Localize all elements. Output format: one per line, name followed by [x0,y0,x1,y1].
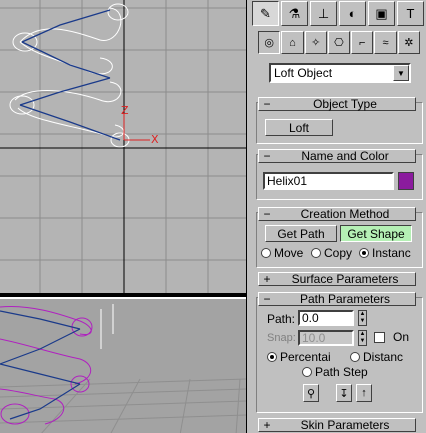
instance-label: Instanc [372,246,411,260]
systems-icon: ✲ [404,37,414,49]
name-color-title: Name and Color [301,149,389,163]
systems-category-button[interactable]: ✲ [397,31,420,54]
lights-icon: ✧ [311,37,321,49]
create-tab[interactable]: ✎ [252,1,279,26]
skin-parameters-rollout-header[interactable]: + Skin Parameters [258,418,416,432]
object-name-field[interactable]: Helix01 [263,172,394,190]
collapse-sign: − [263,207,271,221]
display-icon: ▣ [375,5,388,21]
cameras-category-button[interactable]: ⎔ [327,31,351,54]
distance-radio[interactable]: Distanc [350,350,403,364]
path-spinner[interactable]: ▲ ▼ [358,310,367,326]
snap-value-field[interactable]: 10.0 [298,330,354,346]
path-label: Path: [267,312,296,326]
percentage-label: Percentai [280,350,331,364]
expand-sign: + [263,418,271,432]
motion-icon: ◐ [348,6,357,21]
pick-shape-icon: ⚲ [306,387,316,400]
collapse-sign: − [263,149,271,163]
utilities-tab[interactable]: T [397,1,424,26]
collapse-sign: − [263,292,271,306]
modify-tab[interactable]: ⚗ [281,1,308,26]
cameras-icon: ⎔ [334,37,344,49]
radio-dot [302,367,312,377]
snap-on-checkbox[interactable] [374,332,385,343]
spacewarps-icon: ≈ [382,36,389,49]
radio-dot [350,352,360,362]
geometry-category-button[interactable]: ◎ [258,31,281,54]
hierarchy-tab[interactable]: ⊥ [310,1,337,26]
create-icon: ✎ [260,5,271,21]
x-axis-label: X [151,133,159,146]
z-axis-label: Z [121,104,129,117]
path-steps-radio[interactable]: Path Step [302,365,368,379]
path-parameters-rollout-header[interactable]: − Path Parameters [258,292,416,306]
command-panel-tabs: ✎ ⚗ ⊥ ◐ ▣ T [250,0,426,27]
radio-dot [311,248,321,258]
path-steps-label: Path Step [315,365,368,379]
previous-shape-button[interactable]: ↧ [336,384,352,402]
perspective-viewport[interactable] [0,297,246,433]
collapse-sign: − [263,97,271,111]
skin-parameters-title: Skin Parameters [300,418,390,432]
copy-radio[interactable]: Copy [311,246,352,260]
path-parameters-title: Path Parameters [299,292,391,306]
top-viewport-canvas: Z X [0,0,246,293]
command-panel: ✎ ⚗ ⊥ ◐ ▣ T ◎ ⌂ ✧ ⎔ ⌐ ≈ ✲ Loft Object ▼ … [250,0,426,433]
object-type-rollout-header[interactable]: − Object Type [258,97,416,111]
helpers-category-button[interactable]: ⌐ [351,31,374,54]
display-tab[interactable]: ▣ [368,1,395,26]
perspective-viewport-canvas [0,304,246,433]
expand-sign: + [263,272,271,286]
spacewarps-category-button[interactable]: ≈ [374,31,397,54]
snap-label: Snap: [267,332,296,344]
shapes-category-button[interactable]: ⌂ [281,31,304,54]
pick-shape-button[interactable]: ⚲ [303,384,319,402]
instance-radio[interactable]: Instanc [359,246,411,260]
helpers-icon: ⌐ [359,36,366,49]
move-label: Move [274,246,304,260]
surface-parameters-title: Surface Parameters [291,272,399,286]
snap-spinner[interactable]: ▲ ▼ [358,330,367,346]
path-value-field[interactable]: 0.0 [298,310,354,326]
radio-dot-selected [359,248,369,258]
get-shape-button[interactable]: Get Shape [340,225,412,242]
snap-on-label: On [393,330,410,344]
top-viewport[interactable]: Z X [0,0,246,294]
name-color-rollout-header[interactable]: − Name and Color [258,149,416,163]
shapes-icon: ⌂ [289,36,296,49]
hierarchy-icon: ⊥ [317,5,330,21]
motion-tab[interactable]: ◐ [339,1,366,26]
chevron-down-icon[interactable]: ▼ [393,65,409,81]
surface-parameters-rollout-header[interactable]: + Surface Parameters [258,272,416,286]
loft-button[interactable]: Loft [265,119,333,136]
object-category-buttons: ◎ ⌂ ✧ ⎔ ⌐ ≈ ✲ [250,27,426,54]
modify-icon: ⚗ [288,5,301,21]
lights-category-button[interactable]: ✧ [304,31,327,54]
copy-label: Copy [324,246,353,260]
previous-shape-icon: ↧ [339,387,349,400]
next-shape-button[interactable]: ↑ [356,384,372,402]
radio-dot [261,248,271,258]
next-shape-icon: ↑ [361,387,367,399]
percentage-radio[interactable]: Percentai [267,350,331,364]
object-color-swatch[interactable] [398,172,414,190]
object-type-dropdown[interactable]: Loft Object ▼ [269,63,411,83]
distance-label: Distanc [363,350,404,364]
move-radio[interactable]: Move [261,246,303,260]
get-path-button[interactable]: Get Path [265,225,337,242]
object-type-dropdown-value: Loft Object [274,66,333,80]
creation-method-rollout-header[interactable]: − Creation Method [258,207,416,221]
geometry-icon: ◎ [264,37,274,49]
utilities-icon: T [406,6,415,21]
radio-dot-selected [267,352,277,362]
object-type-title: Object Type [313,97,377,111]
creation-method-title: Creation Method [300,207,390,221]
